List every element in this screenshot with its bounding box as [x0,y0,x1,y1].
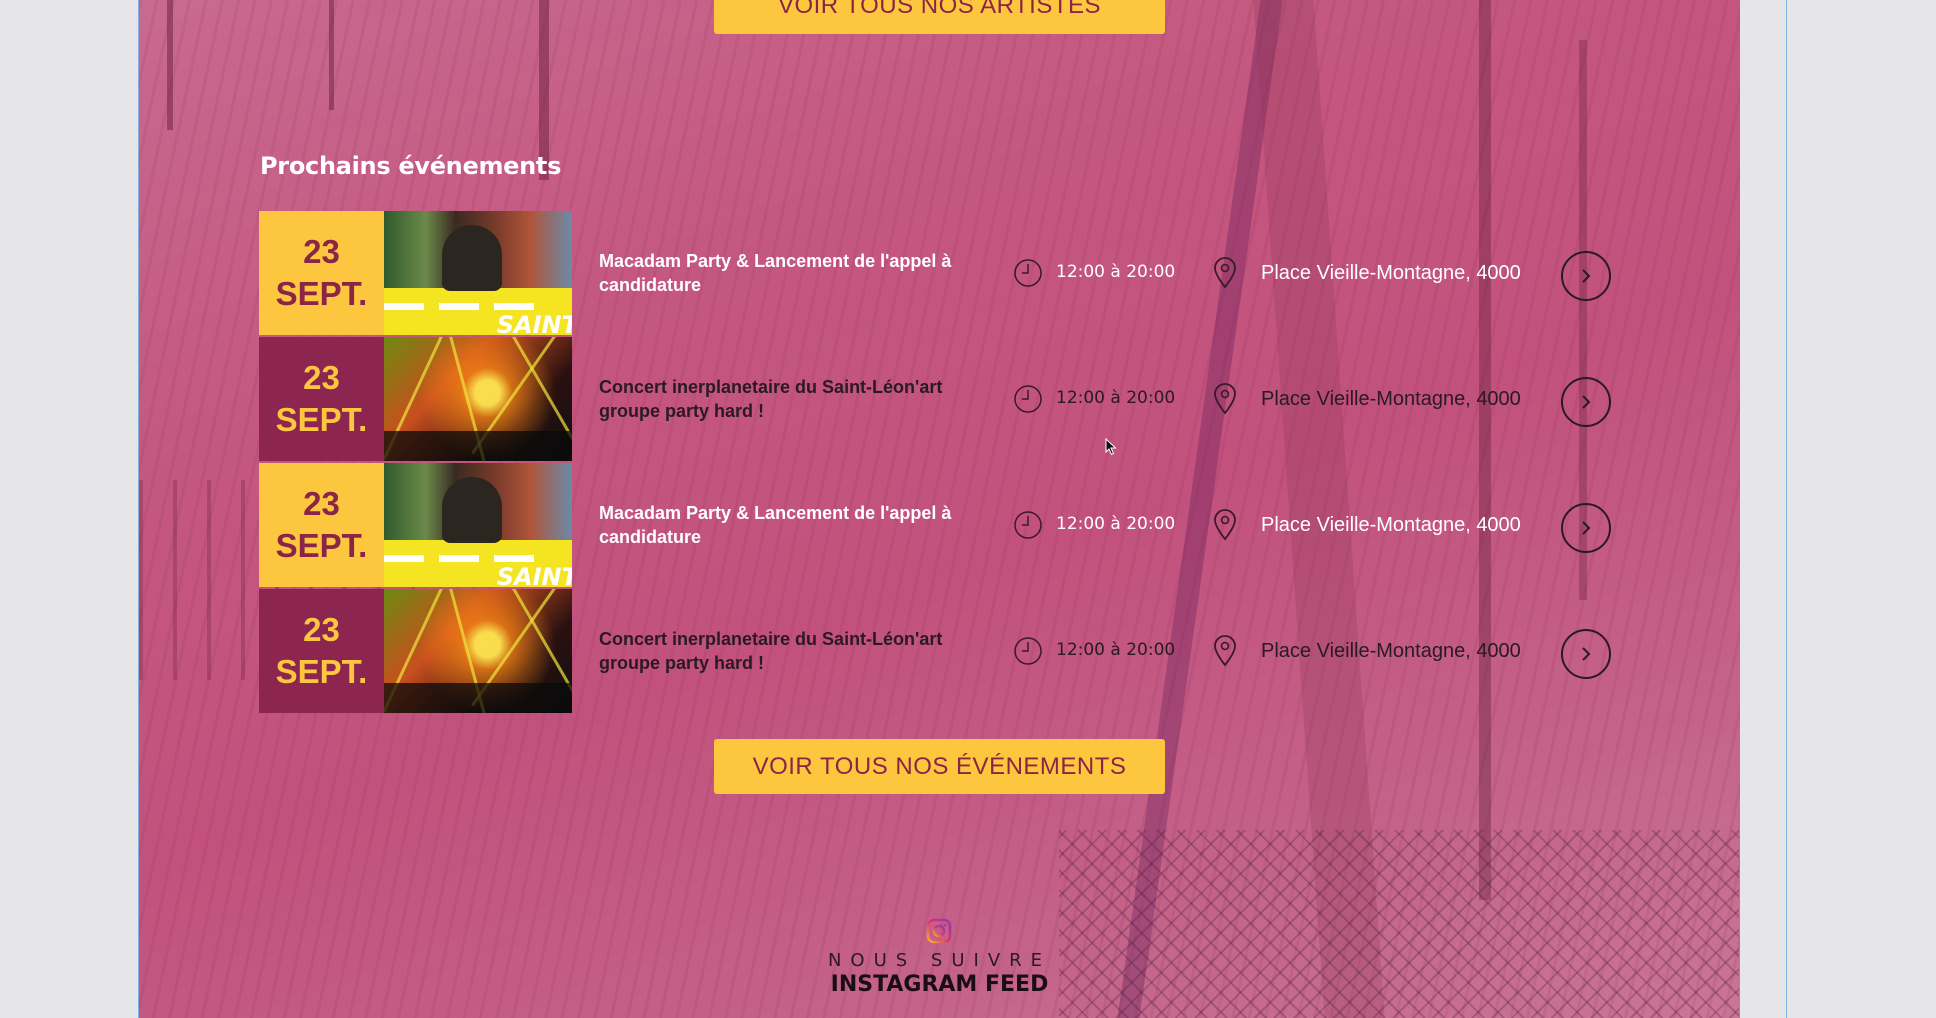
event-location: Place Vieille-Montagne, 4000 [1261,262,1521,284]
event-date: 23 SEPT. [259,589,384,713]
background-pole [167,0,173,130]
event-title[interactable]: Macadam Party & Lancement de l'appel à c… [599,501,989,549]
event-date: 23 SEPT. [259,337,384,461]
see-all-events-button[interactable]: VOIR TOUS NOS ÉVÉNEMENTS [714,739,1165,794]
event-thumbnail[interactable]: SAINT [384,211,572,335]
event-details-button[interactable] [1561,377,1611,427]
event-details-button[interactable] [1561,629,1611,679]
map-pin-icon [1214,509,1236,541]
event-title[interactable]: Macadam Party & Lancement de l'appel à c… [599,249,989,297]
thumbnail-brand-text: SAINT [496,563,572,587]
event-month: SEPT. [275,653,368,690]
event-details-button[interactable] [1561,503,1611,553]
chevron-right-icon [1582,521,1591,535]
clock-icon [1014,637,1042,665]
mouse-cursor-icon [1105,438,1117,456]
event-date: 23 SEPT. [259,211,384,335]
map-pin-icon [1214,635,1236,667]
background-pole [329,0,334,110]
event-date: 23 SEPT. [259,463,384,587]
event-time: 12:00 à 20:00 [1056,388,1176,408]
event-thumbnail[interactable] [384,337,572,461]
frame-border-right [1786,0,1787,1018]
event-day: 23 [303,233,340,270]
event-row[interactable]: 23 SEPT. SAINT Macadam Party & Lancement… [259,463,1740,587]
event-month: SEPT. [275,275,368,312]
event-title[interactable]: Concert inerplanetaire du Saint-Léon'art… [599,375,989,423]
event-row[interactable]: 23 SEPT. SAINT Macadam Party & Lancement… [259,211,1740,335]
page-content: VOIR TOUS NOS ARTISTES Prochains événeme… [139,0,1740,1018]
event-day: 23 [303,359,340,396]
event-day: 23 [303,485,340,522]
event-location: Place Vieille-Montagne, 4000 [1261,388,1521,410]
chevron-right-icon [1582,395,1591,409]
map-pin-icon [1214,257,1236,289]
event-month: SEPT. [275,401,368,438]
clock-icon [1014,511,1042,539]
event-row[interactable]: 23 SEPT. Concert inerplanetaire du Saint… [259,337,1740,461]
clock-icon [1014,385,1042,413]
event-details-button[interactable] [1561,251,1611,301]
event-thumbnail[interactable] [384,589,572,713]
instagram-feed-title: INSTAGRAM FEED [830,972,1049,997]
thumbnail-brand-text: SAINT [496,311,572,335]
map-pin-icon [1214,383,1236,415]
follow-us-label: NOUS SUIVRE [827,950,1052,971]
event-time: 12:00 à 20:00 [1056,640,1176,660]
event-month: SEPT. [275,527,368,564]
instagram-icon[interactable] [926,918,952,944]
see-all-artists-button[interactable]: VOIR TOUS NOS ARTISTES [714,0,1165,34]
event-thumbnail[interactable]: SAINT [384,463,572,587]
event-location: Place Vieille-Montagne, 4000 [1261,514,1521,536]
event-row[interactable]: 23 SEPT. Concert inerplanetaire du Saint… [259,589,1740,713]
clock-icon [1014,259,1042,287]
event-time: 12:00 à 20:00 [1056,514,1176,534]
event-title[interactable]: Concert inerplanetaire du Saint-Léon'art… [599,627,989,675]
events-heading: Prochains événements [260,152,562,180]
chevron-right-icon [1582,647,1591,661]
chevron-right-icon [1582,269,1591,283]
event-time: 12:00 à 20:00 [1056,262,1176,282]
event-location: Place Vieille-Montagne, 4000 [1261,640,1521,662]
event-day: 23 [303,611,340,648]
